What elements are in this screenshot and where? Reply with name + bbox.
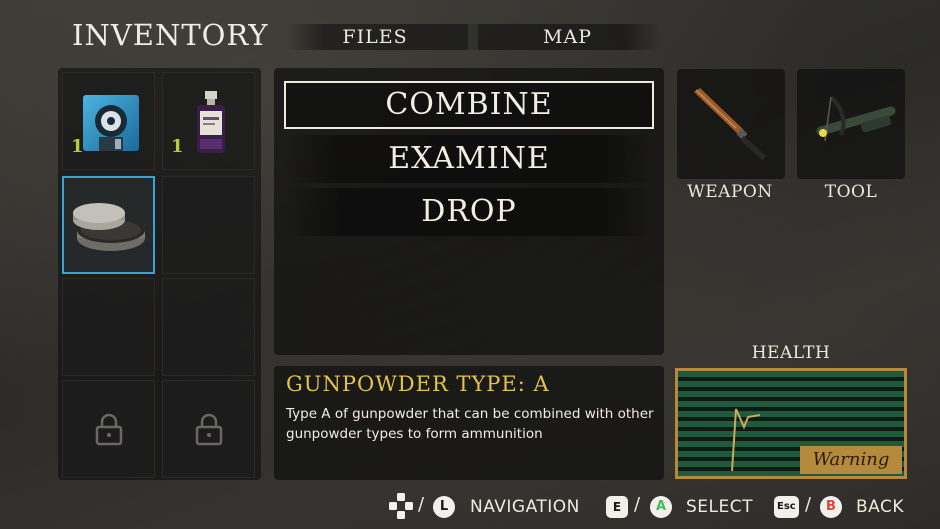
hint-separator: / (634, 494, 641, 515)
back-hint: BACK (856, 497, 905, 517)
item-description: Type A of gunpowder that can be combined… (286, 406, 654, 442)
inventory-slot-5[interactable] (62, 278, 155, 376)
menu-drop[interactable]: DROP (284, 188, 654, 236)
e-key-icon: E (606, 496, 628, 518)
tab-divider (468, 24, 478, 50)
weapon-label: WEAPON (687, 182, 773, 202)
wasd-key-icon (388, 492, 414, 520)
esc-key-icon: Esc (774, 496, 799, 518)
tool-label: TOOL (824, 182, 878, 202)
inventory-slot-locked-1 (62, 380, 155, 478)
tab-map[interactable]: MAP (490, 24, 645, 50)
inventory-slot-4[interactable] (162, 176, 255, 274)
item-title: GUNPOWDER TYPE: A (286, 372, 550, 396)
inventory-slot-6[interactable] (162, 278, 255, 376)
inventory-slot-3[interactable] (62, 176, 155, 274)
lock-icon (195, 413, 222, 446)
crossbow-icon (816, 95, 896, 142)
inventory-slot-1[interactable]: 1 (62, 72, 155, 170)
navigation-hint: NAVIGATION (470, 497, 580, 517)
lock-icon (95, 413, 122, 446)
health-label: HEALTH (751, 343, 831, 363)
inventory-slot-2[interactable]: 1 (162, 72, 255, 170)
tool-slot[interactable] (797, 69, 905, 179)
knife-icon (694, 88, 766, 160)
inventory-slot-locked-2 (162, 380, 255, 478)
hint-separator: / (418, 494, 425, 515)
a-button-icon: A (650, 496, 672, 518)
menu-combine[interactable]: COMBINE (284, 81, 654, 129)
menu-examine[interactable]: EXAMINE (284, 135, 654, 183)
weapon-slot[interactable] (677, 69, 785, 179)
tab-inventory[interactable]: INVENTORY (72, 18, 269, 58)
item-count: 1 (171, 136, 184, 157)
left-stick-icon: L (433, 496, 455, 518)
floppy-disk-icon (83, 95, 139, 151)
gunpowder-tin-icon (73, 203, 145, 251)
hint-separator: / (805, 494, 812, 515)
chemical-bottle-icon (197, 91, 225, 153)
select-hint: SELECT (686, 497, 753, 517)
health-status: Warning (800, 446, 902, 474)
item-description-panel: GUNPOWDER TYPE: A Type A of gunpowder th… (274, 366, 664, 480)
action-menu: COMBINE EXAMINE DROP (274, 68, 664, 355)
item-count: 1 (71, 136, 84, 157)
b-button-icon: B (820, 496, 842, 518)
health-monitor: Warning (675, 368, 907, 479)
tab-files[interactable]: FILES (300, 24, 450, 50)
inventory-grid: 1 1 (58, 68, 261, 480)
